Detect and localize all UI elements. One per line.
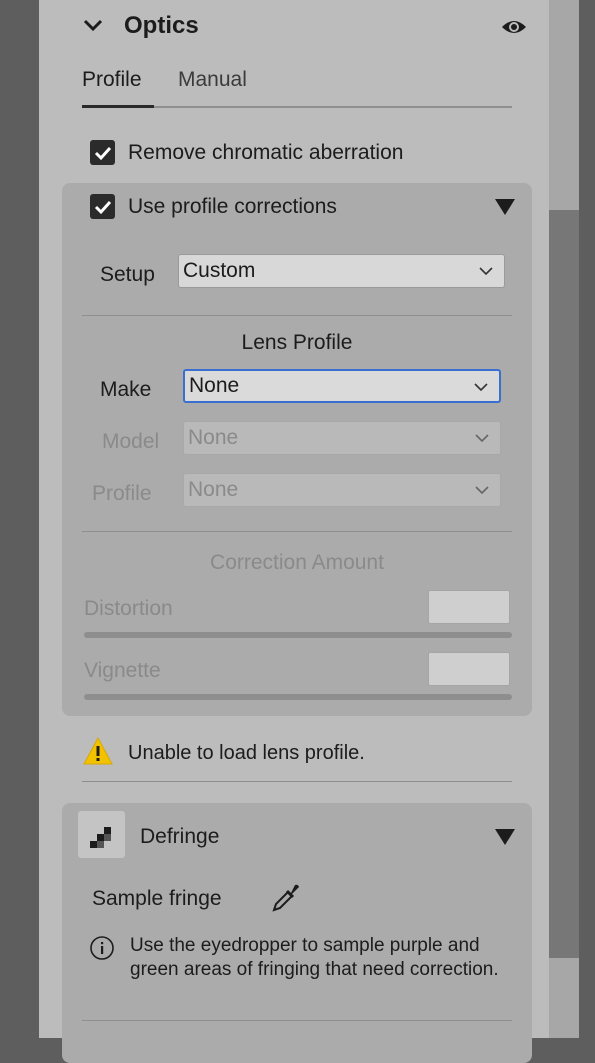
correction-amount-heading: Correction Amount <box>210 551 384 574</box>
defringe-section <box>62 803 532 1063</box>
distortion-value-field[interactable] <box>428 590 510 624</box>
setup-label: Setup <box>100 263 155 286</box>
lens-profile-heading: Lens Profile <box>241 331 353 354</box>
setup-select-value: Custom <box>183 259 256 282</box>
sample-fringe-label: Sample fringe <box>92 887 222 910</box>
vignette-slider[interactable] <box>84 694 512 700</box>
vignette-value-field[interactable] <box>428 652 510 686</box>
profile-select[interactable]: None <box>183 473 501 507</box>
scrollbar-thumb[interactable] <box>549 210 579 958</box>
remove-ca-checkbox[interactable] <box>90 140 115 165</box>
checkmark-icon <box>94 146 111 160</box>
profile-select-value: None <box>188 478 239 501</box>
distortion-label: Distortion <box>84 597 173 620</box>
remove-ca-label: Remove chromatic aberration <box>128 141 404 164</box>
model-select[interactable]: None <box>183 421 501 455</box>
expand-triangle-icon[interactable] <box>494 198 516 221</box>
section-title: Optics <box>124 12 199 39</box>
eyedropper-icon[interactable] <box>270 882 302 919</box>
tab-profile[interactable]: Profile <box>82 68 142 92</box>
use-profile-checkbox[interactable] <box>90 194 115 219</box>
window-edge <box>579 0 595 1038</box>
warning-icon <box>82 736 114 771</box>
divider <box>82 1020 512 1021</box>
defringe-info-text: Use the eyedropper to sample purple and … <box>130 935 499 980</box>
expand-triangle-icon[interactable] <box>494 828 516 851</box>
make-label: Make <box>100 378 152 401</box>
info-icon <box>89 935 115 966</box>
distortion-slider[interactable] <box>84 632 512 638</box>
visibility-eye-icon[interactable] <box>500 14 528 45</box>
chevron-down-icon <box>475 486 489 495</box>
setup-select[interactable]: Custom <box>178 254 505 288</box>
checkmark-icon <box>94 200 111 214</box>
divider <box>82 781 512 782</box>
divider <box>82 315 512 316</box>
chevron-down-icon <box>479 267 493 276</box>
collapse-chevron-icon[interactable] <box>82 14 104 41</box>
divider <box>82 531 512 532</box>
make-select[interactable]: None <box>183 369 501 403</box>
vignette-label: Vignette <box>84 659 161 682</box>
model-label: Model <box>102 430 160 453</box>
tab-manual[interactable]: Manual <box>178 68 247 92</box>
tab-active-indicator <box>82 105 154 108</box>
model-select-value: None <box>188 426 239 449</box>
defringe-title: Defringe <box>140 825 220 848</box>
chevron-down-icon <box>474 383 488 392</box>
use-profile-label: Use profile corrections <box>128 195 337 218</box>
warning-text: Unable to load lens profile. <box>128 742 365 764</box>
defringe-icon <box>78 811 125 858</box>
make-select-value: None <box>189 374 240 397</box>
chevron-down-icon <box>475 434 489 443</box>
profile-label: Profile <box>92 482 152 505</box>
